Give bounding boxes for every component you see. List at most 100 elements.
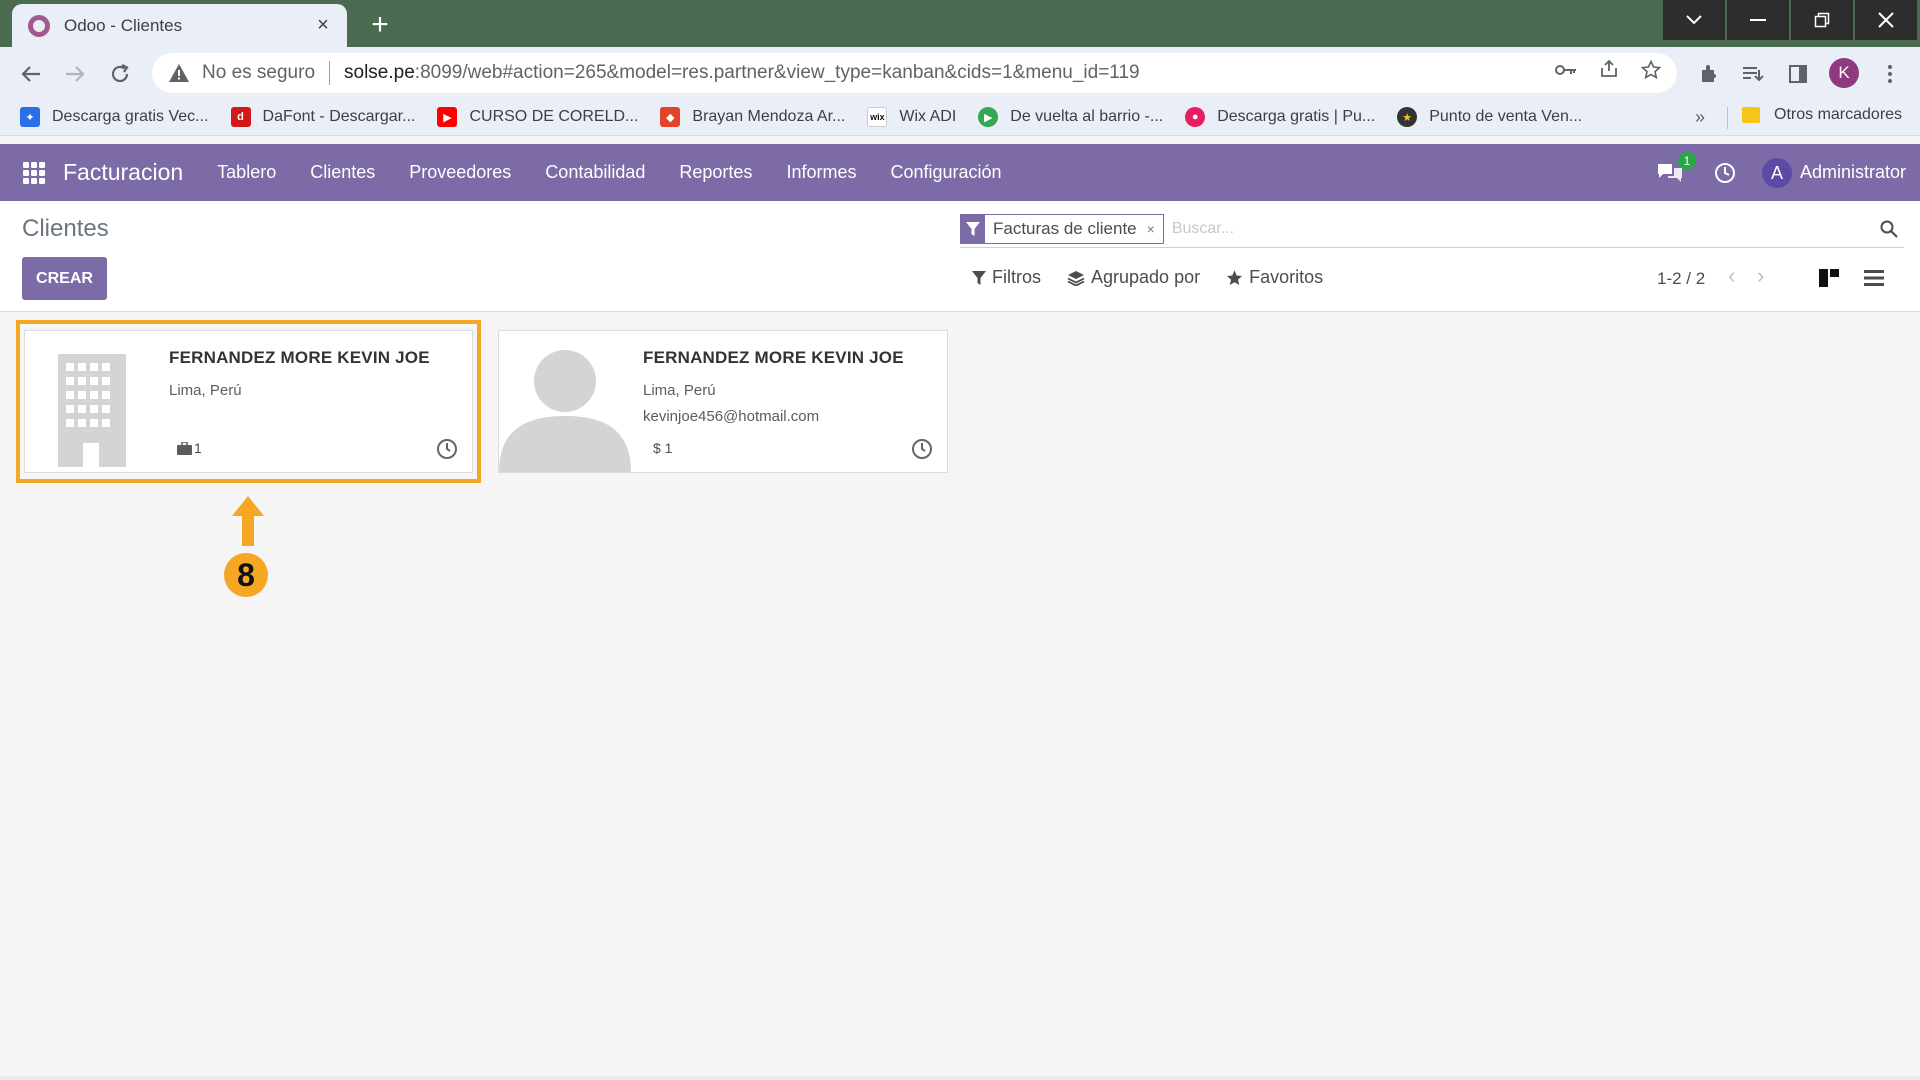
bookmark-item[interactable]: wix Wix ADI (867, 107, 956, 127)
pager-previous-icon[interactable]: ‹ (1728, 263, 1735, 289)
bookmark-label: Descarga gratis | Pu... (1217, 108, 1376, 125)
kanban-view-icon[interactable] (1816, 265, 1842, 291)
app-brand[interactable]: Facturacion (63, 159, 183, 186)
bookmark-item[interactable]: ● Descarga gratis | Pu... (1185, 107, 1375, 127)
tab-close-icon[interactable]: × (311, 14, 335, 37)
url-path: :8099/web#action=265&model=res.partner&v… (414, 62, 1140, 83)
highlight-frame (16, 320, 481, 483)
bookmark-label: Brayan Mendoza Ar... (692, 108, 846, 125)
address-bar[interactable]: No es seguro solse.pe:8099/web#action=26… (152, 53, 1677, 93)
bookmark-label: CURSO DE CORELD... (469, 108, 639, 125)
filter-icon (961, 214, 985, 243)
pager-next-icon[interactable]: › (1757, 263, 1764, 289)
back-icon[interactable] (14, 57, 48, 91)
search-bar: Facturas de cliente × (960, 210, 1904, 248)
browser-tab-strip: Odoo - Clientes × + (0, 0, 1920, 47)
wix-icon: wix (867, 107, 888, 127)
play-icon: ▶ (978, 107, 999, 127)
groupby-dropdown[interactable]: Agrupado por (1067, 267, 1200, 288)
search-icon[interactable] (1874, 214, 1904, 244)
menu-reportes[interactable]: Reportes (679, 162, 752, 183)
url-host: solse.pe (344, 62, 415, 83)
list-view-icon[interactable] (1861, 265, 1887, 291)
bookmark-label: Wix ADI (899, 108, 957, 125)
bookmark-item[interactable]: ▶ CURSO DE CORELD... (437, 107, 638, 127)
menu-tablero[interactable]: Tablero (217, 162, 276, 183)
facet-remove-icon[interactable]: × (1145, 215, 1163, 243)
groupby-label: Agrupado por (1091, 267, 1201, 287)
card-partner-name[interactable]: FERNANDEZ MORE KEVIN JOE (643, 348, 904, 368)
funnel-icon (972, 270, 986, 285)
url-text[interactable]: solse.pe:8099/web#action=265&model=res.p… (344, 62, 1555, 84)
menu-contabilidad[interactable]: Contabilidad (545, 162, 645, 183)
browser-toolbar: No es seguro solse.pe:8099/web#action=26… (0, 47, 1920, 99)
browser-tab[interactable]: Odoo - Clientes × (12, 4, 347, 47)
security-label[interactable]: No es seguro (202, 62, 315, 84)
youtube-icon: ▶ (437, 107, 458, 127)
warning-icon (169, 64, 189, 82)
bookmark-item[interactable]: ★ Punto de venta Ven... (1397, 107, 1582, 127)
card-stat[interactable]: $ 1 (653, 440, 672, 456)
card-stat-value: $ 1 (653, 440, 673, 456)
activity-clock-icon[interactable] (911, 438, 933, 460)
menu-configuracion[interactable]: Configuración (890, 162, 1001, 183)
card-email: kevinjoe456@hotmail.com (643, 408, 820, 425)
drop-icon: ● (1185, 107, 1206, 127)
card-location: Lima, Perú (643, 382, 716, 399)
star-icon (1227, 269, 1243, 285)
messages-icon[interactable]: 1 (1656, 151, 1696, 184)
odoo-navbar: Facturacion Tablero Clientes Proveedores… (0, 144, 1920, 201)
bookmark-label: DaFont - Descargar... (262, 108, 416, 125)
folder-icon (1742, 107, 1760, 123)
user-avatar[interactable]: A (1761, 157, 1792, 188)
dafont-icon: d (230, 107, 251, 127)
odoo-favicon-icon (28, 14, 50, 37)
step-number-badge: 8 (224, 553, 268, 597)
favorites-label: Favoritos (1249, 267, 1324, 287)
bookmarks-bar: ✦ Descarga gratis Vec... d DaFont - Descar… (0, 99, 1920, 136)
control-panel: Clientes CREAR Facturas de cliente × Fil… (0, 201, 1920, 312)
reload-icon[interactable] (103, 57, 137, 91)
extensions-icon[interactable] (1692, 57, 1726, 91)
menu-proveedores[interactable]: Proveedores (409, 162, 511, 183)
bookmarks-overflow-icon[interactable]: » (1695, 107, 1705, 128)
menu-clientes[interactable]: Clientes (310, 162, 375, 183)
bookmark-item[interactable]: d DaFont - Descargar... (230, 107, 416, 127)
freepik-icon: ✦ (20, 107, 40, 127)
tab-title: Odoo - Clientes (64, 15, 183, 35)
favorites-dropdown[interactable]: Favoritos (1226, 267, 1323, 288)
forward-icon[interactable] (58, 57, 92, 91)
bookmark-star-icon[interactable] (1640, 59, 1662, 86)
facet-label: Facturas de cliente (993, 218, 1137, 238)
pager-value[interactable]: 1-2 / 2 (1657, 269, 1705, 289)
close-window-icon[interactable] (1855, 0, 1917, 40)
bookmark-item[interactable]: ▶ De vuelta al barrio -... (978, 107, 1163, 127)
bookmark-item[interactable]: ✦ Descarga gratis Vec... (20, 107, 209, 127)
bookmark-item[interactable]: ◆ Brayan Mendoza Ar... (660, 107, 845, 127)
create-button[interactable]: CREAR (22, 257, 107, 300)
menu-informes[interactable]: Informes (786, 162, 856, 183)
restore-icon[interactable] (1791, 0, 1853, 40)
browser-menu-icon[interactable] (1873, 57, 1907, 91)
search-input[interactable] (1171, 219, 1874, 238)
minimize-icon[interactable] (1727, 0, 1789, 40)
other-bookmarks[interactable]: Otros marcadores (1742, 106, 1902, 124)
key-icon[interactable] (1555, 60, 1577, 86)
share-icon[interactable] (1599, 59, 1619, 86)
filters-dropdown[interactable]: Filtros (972, 267, 1041, 288)
kanban-card[interactable]: FERNANDEZ MORE KEVIN JOE Lima, Perú kevi… (498, 330, 948, 473)
activity-clock-icon[interactable] (1714, 162, 1736, 184)
bookmark-label: Descarga gratis Vec... (52, 108, 209, 125)
profile-avatar[interactable]: K (1829, 58, 1859, 88)
side-panel-icon[interactable] (1781, 57, 1815, 91)
up-arrow-icon (230, 496, 266, 546)
omnibox-divider (329, 61, 331, 85)
star-badge-icon: ★ (1397, 107, 1418, 127)
apps-menu-icon[interactable] (23, 161, 45, 184)
page-title[interactable]: Clientes (22, 215, 109, 243)
user-name[interactable]: Administrator (1800, 162, 1906, 183)
bookmark-label: De vuelta al barrio -... (1010, 108, 1164, 125)
reading-list-icon[interactable] (1736, 57, 1770, 91)
new-tab-button[interactable]: + (362, 7, 398, 43)
tab-search-icon[interactable] (1663, 0, 1725, 40)
